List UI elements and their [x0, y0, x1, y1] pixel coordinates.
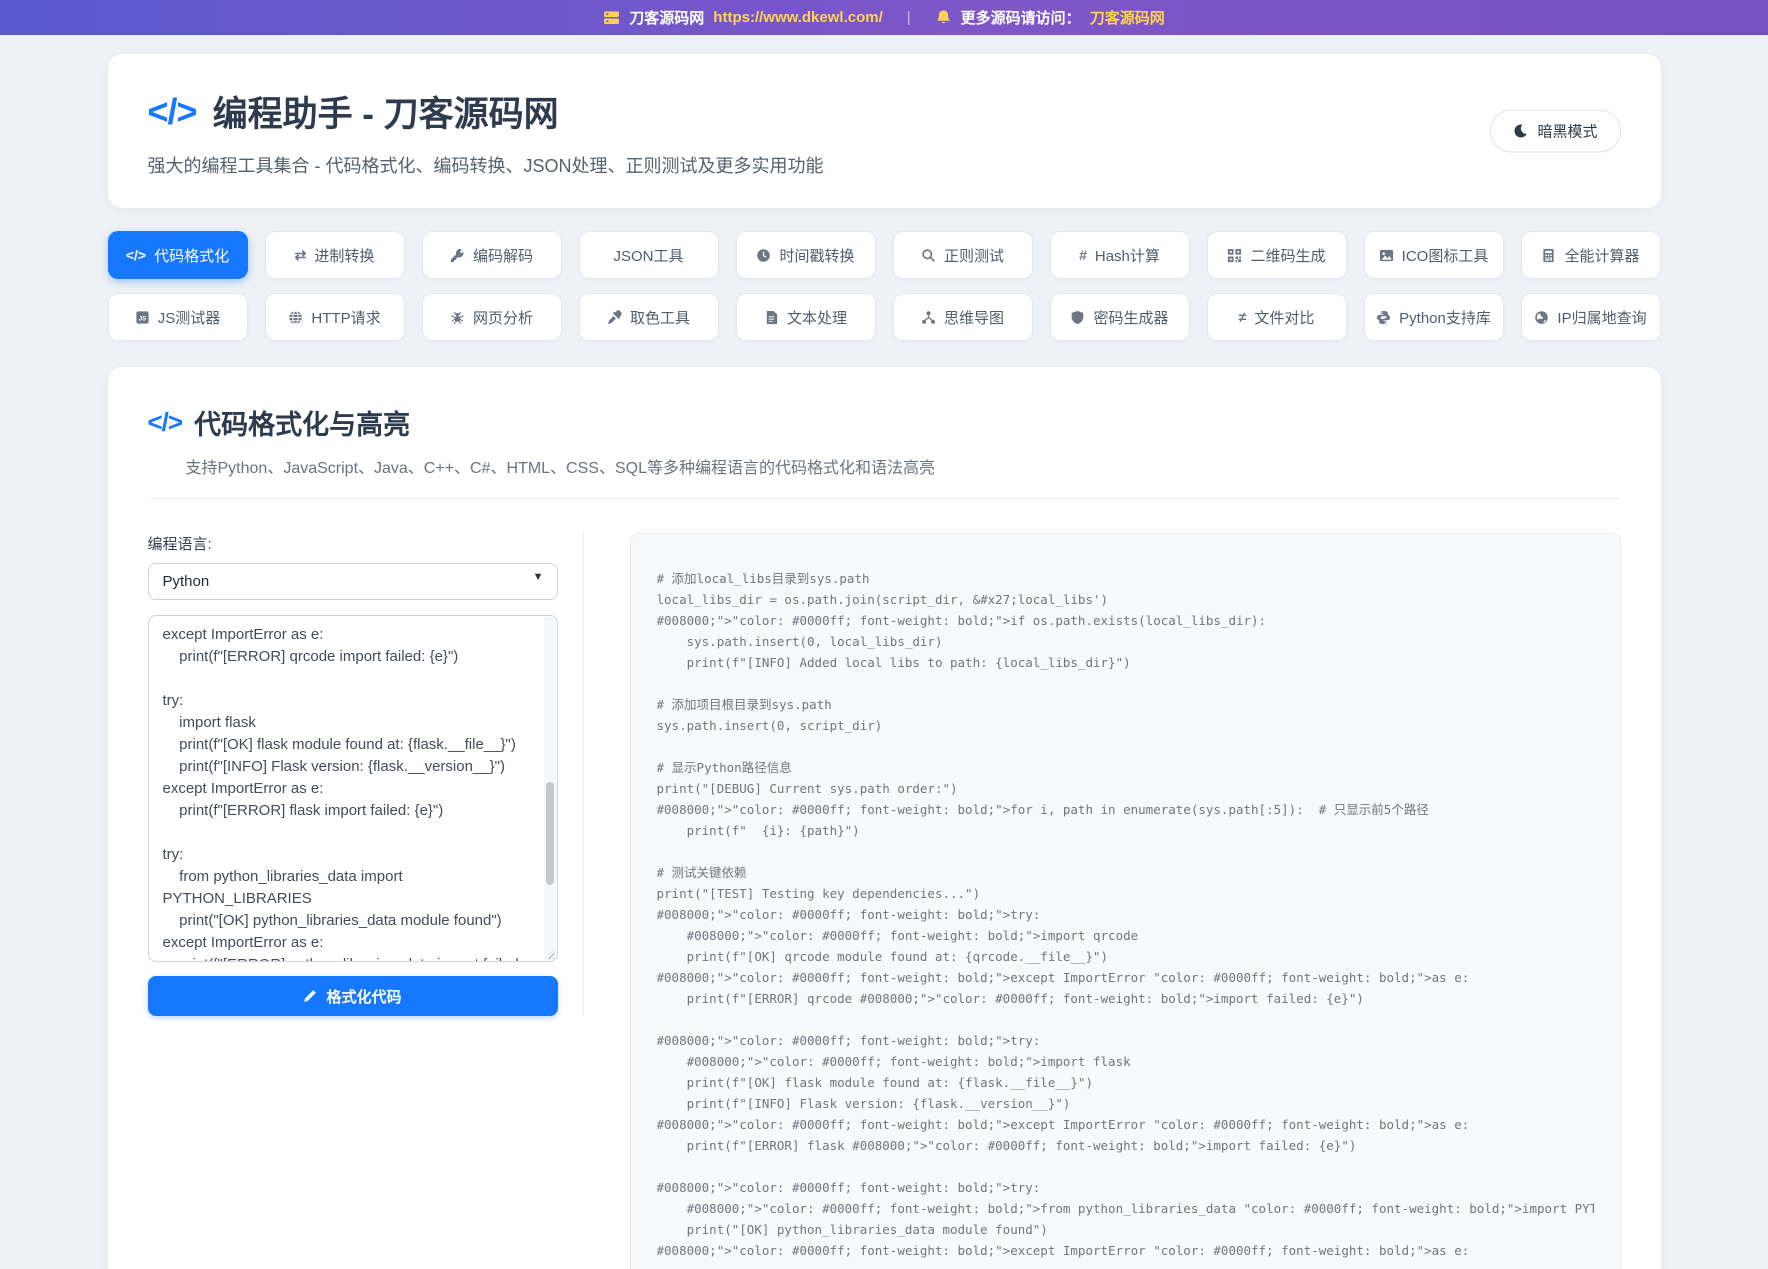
sitemap-icon	[921, 310, 936, 325]
tab-ico-tools[interactable]: ICO图标工具	[1364, 231, 1504, 279]
notice-link[interactable]: 刀客源码网	[1090, 7, 1165, 28]
tab-base-convert[interactable]: ⇄ 进制转换	[265, 231, 405, 279]
svg-text:JS: JS	[139, 315, 146, 322]
dark-mode-label: 暗黑模式	[1537, 121, 1597, 142]
tab-password-gen[interactable]: 密码生成器	[1050, 293, 1190, 341]
tab-label: 时间戳转换	[779, 245, 854, 266]
scrollbar-thumb[interactable]	[546, 782, 554, 885]
moon-icon	[1513, 124, 1528, 139]
key-icon	[450, 248, 465, 263]
tab-timestamp[interactable]: 时间戳转换	[736, 231, 876, 279]
tab-ip-lookup[interactable]: IP归属地查询	[1521, 293, 1661, 341]
tab-label: JSON工具	[613, 245, 683, 266]
formatter-controls: 编程语言: Python ▼ except ImportError as e: …	[148, 533, 584, 1016]
formatted-code-output: # 添加local_libs目录到sys.path local_libs_dir…	[657, 568, 1594, 1261]
tab-text-process[interactable]: 文本处理	[736, 293, 876, 341]
tab-web-analyze[interactable]: 网页分析	[422, 293, 562, 341]
tab-label: 文件对比	[1254, 307, 1314, 328]
tab-label: 正则测试	[944, 245, 1004, 266]
format-code-button[interactable]: 格式化代码	[148, 976, 558, 1016]
tool-tabs: </> 代码格式化 ⇄ 进制转换 编码解码 JSON工具 时间戳转换 正则测试 # Hash计算 二…	[108, 231, 1661, 341]
page-title: 编程助手 - 刀客源码网	[213, 86, 559, 137]
tab-label: Hash计算	[1095, 245, 1160, 266]
tab-label: 文本处理	[787, 307, 847, 328]
code-editor: except ImportError as e: print(f"[ERROR]…	[148, 615, 558, 962]
dark-mode-button[interactable]: 暗黑模式	[1490, 110, 1620, 153]
tab-file-diff[interactable]: ≠ 文件对比	[1207, 293, 1347, 341]
tab-http-request[interactable]: HTTP请求	[265, 293, 405, 341]
tab-label: 编码解码	[473, 245, 533, 266]
tab-label: ICO图标工具	[1402, 245, 1489, 266]
tab-calculator[interactable]: 全能计算器	[1521, 231, 1661, 279]
code-icon: </>	[148, 407, 183, 438]
pen-icon	[303, 989, 317, 1003]
image-icon	[1379, 248, 1394, 263]
not-equal-icon: ≠	[1239, 309, 1247, 325]
site-url-link[interactable]: https://www.dkewl.com/	[713, 9, 882, 26]
tab-label: 二维码生成	[1250, 245, 1325, 266]
tab-label: 思维导图	[944, 307, 1004, 328]
tab-label: 进制转换	[314, 245, 374, 266]
tab-mindmap[interactable]: 思维导图	[893, 293, 1033, 341]
qrcode-icon	[1227, 248, 1242, 263]
exchange-icon: ⇄	[295, 247, 307, 264]
tab-label: IP归属地查询	[1557, 307, 1646, 328]
file-text-icon	[764, 310, 779, 325]
topbar-separator: |	[907, 9, 911, 26]
search-icon	[921, 248, 936, 263]
python-icon	[1376, 310, 1391, 325]
globe-asia-icon	[1534, 310, 1549, 325]
site-card-icon	[603, 9, 620, 26]
output-panel: # 添加local_libs目录到sys.path local_libs_dir…	[630, 533, 1621, 1269]
tab-label: 密码生成器	[1093, 307, 1168, 328]
hash-icon: #	[1079, 247, 1087, 263]
tab-js-tester[interactable]: JS JS测试器	[108, 293, 248, 341]
textarea-scrollbar[interactable]	[544, 617, 556, 960]
calculator-icon	[1541, 248, 1556, 263]
bell-icon	[935, 9, 952, 26]
tab-color-picker[interactable]: 取色工具	[579, 293, 719, 341]
tab-label: 全能计算器	[1564, 245, 1639, 266]
globe-icon	[288, 310, 303, 325]
language-select[interactable]: Python ▼	[148, 563, 558, 600]
code-input[interactable]: except ImportError as e: print(f"[ERROR]…	[148, 615, 558, 962]
divider	[148, 498, 1621, 499]
format-button-label: 格式化代码	[326, 986, 401, 1007]
language-select-value: Python	[163, 573, 210, 590]
eyedropper-icon	[607, 310, 622, 325]
clock-icon	[756, 248, 771, 263]
tab-hash-calc[interactable]: # Hash计算	[1050, 231, 1190, 279]
tab-json-tools[interactable]: JSON工具	[579, 231, 719, 279]
tab-label: 网页分析	[473, 307, 533, 328]
header-card: </> 编程助手 - 刀客源码网 强大的编程工具集合 - 代码格式化、编码转换、…	[108, 54, 1661, 208]
site-name: 刀客源码网	[629, 7, 704, 28]
language-label: 编程语言:	[148, 533, 558, 554]
tab-label: Python支持库	[1399, 307, 1491, 328]
tab-qrcode-gen[interactable]: 二维码生成	[1207, 231, 1347, 279]
section-title: 代码格式化与高亮	[194, 403, 410, 442]
code-icon: </>	[148, 91, 197, 133]
page-subtitle: 强大的编程工具集合 - 代码格式化、编码转换、JSON处理、正则测试及更多实用功…	[148, 152, 1621, 178]
tab-label: 取色工具	[630, 307, 690, 328]
tab-label: JS测试器	[158, 307, 221, 328]
topbar: 刀客源码网 https://www.dkewl.com/ | 更多源码请访问： …	[0, 0, 1768, 35]
tab-regex-test[interactable]: 正则测试	[893, 231, 1033, 279]
tab-encode-decode[interactable]: 编码解码	[422, 231, 562, 279]
spider-icon	[450, 310, 465, 325]
section-subtitle: 支持Python、JavaScript、Java、C++、C#、HTML、CSS…	[186, 454, 1621, 478]
notice-text: 更多源码请访问：	[961, 7, 1081, 28]
tab-code-format[interactable]: </> 代码格式化	[108, 231, 248, 279]
tab-python-libs[interactable]: Python支持库	[1364, 293, 1504, 341]
js-icon: JS	[135, 310, 150, 325]
chevron-down-icon: ▼	[533, 571, 544, 583]
tab-label: 代码格式化	[154, 245, 229, 266]
tab-label: HTTP请求	[311, 307, 380, 328]
code-formatter-card: </> 代码格式化与高亮 支持Python、JavaScript、Java、C+…	[108, 367, 1661, 1269]
code-icon: </>	[126, 247, 146, 263]
shield-icon	[1070, 310, 1085, 325]
